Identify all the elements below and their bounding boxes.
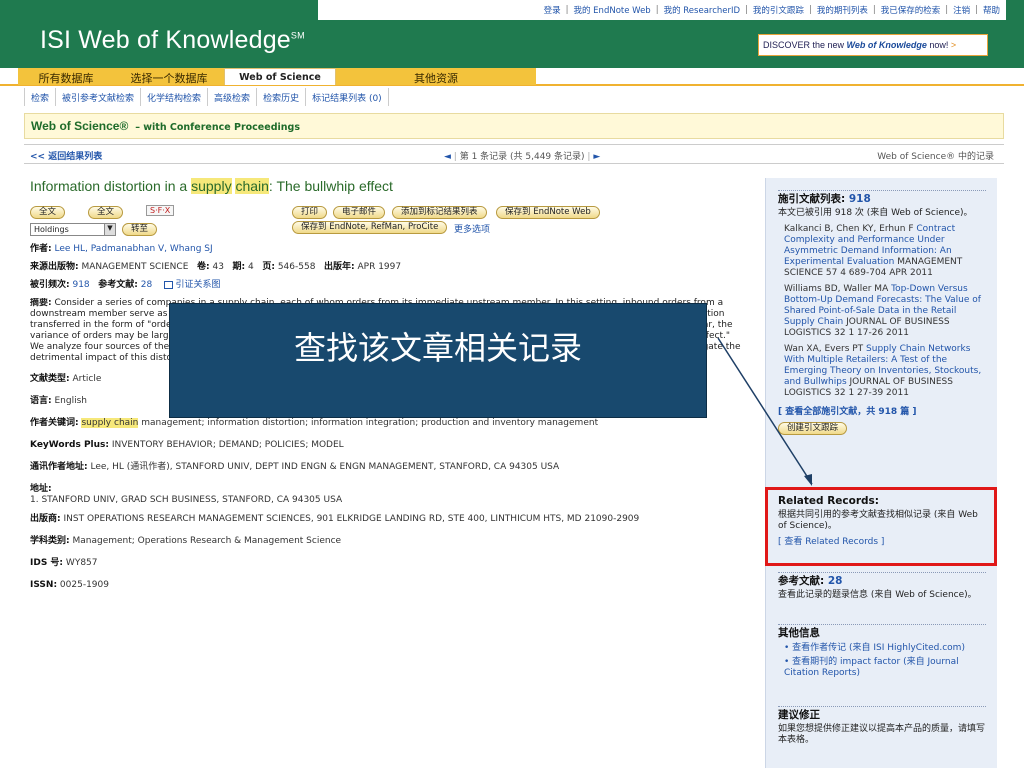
fulltext-button-1[interactable]: 全文 (30, 206, 66, 219)
tab-other-resources[interactable]: 其他资源 (336, 68, 536, 85)
citation-item: Wan XA, Evers PT Supply Chain Networks W… (784, 344, 982, 398)
isi-logo[interactable]: ISI Web of KnowledgeSM (40, 26, 305, 55)
keywords-plus-field: KeyWords Plus: INVENTORY BEHAVIOR; DEMAN… (30, 440, 344, 450)
endnote-link[interactable]: 我的 EndNote Web (573, 4, 650, 16)
subtab-search-history[interactable]: 检索历史 (257, 88, 307, 106)
search-subtabs: 检索 被引参考文献检索 化学结构检索 高级检索 检索历史 标记结果列表 (0) (24, 88, 389, 106)
create-citation-alert-button[interactable]: 创建引文跟踪 (778, 422, 848, 435)
ids-field: IDS 号: WY857 (30, 558, 98, 568)
subtab-structure-search[interactable]: 化学结构检索 (141, 88, 209, 106)
discover-banner[interactable]: DISCOVER the new Web of Knowledge now! > (758, 34, 988, 56)
suggest-correction-title: 建议修正 (778, 709, 820, 721)
subtab-marked-list[interactable]: 标记结果列表 (0) (306, 88, 389, 106)
other-info-section: 其他信息 • 查看作者传记 (来自 ISI HighlyCited.com) •… (778, 624, 986, 679)
reprint-address-field: 通讯作者地址: Lee, HL (通讯作者), STANFORD UNIV, D… (30, 462, 560, 472)
citing-count-link[interactable]: 918 (849, 193, 871, 205)
back-to-results-link[interactable]: << 返回结果列表 (30, 149, 102, 162)
add-marked-button[interactable]: 添加到标记结果列表 (392, 206, 487, 219)
goto-button[interactable]: 转至 (122, 223, 158, 236)
citing-articles-title: 施引文献列表: 918 (778, 193, 871, 205)
subtab-search[interactable]: 检索 (25, 88, 57, 106)
researcherid-link[interactable]: 我的 ResearcherID (664, 4, 740, 16)
related-records-highlight (765, 487, 997, 566)
citation-map-link[interactable]: 引证关系图 (176, 280, 221, 290)
action-row: 全文 全文 S·F·X Holdings ▼ 转至 打印 电子邮件 添加到标记结果… (30, 204, 755, 238)
references-section: 参考文献: 28 查看此记录的题录信息 (来自 Web of Science)。 (778, 572, 986, 601)
article-title: Information distortion in a supply chain… (30, 178, 393, 194)
citation-item: Williams BD, Waller MA Top-Down Versus B… (784, 284, 981, 338)
author-keywords-field: 作者关键词: supply chain management; informat… (30, 418, 599, 428)
save-endnote-web-button[interactable]: 保存到 EndNote Web (496, 206, 600, 219)
tab-all-databases[interactable]: 所有数据库 (18, 68, 114, 85)
logout-link[interactable]: 注销 (953, 4, 970, 16)
arrow-right-icon: > (950, 40, 957, 50)
holdings-select[interactable]: Holdings ▼ (30, 223, 116, 236)
other-info-title: 其他信息 (778, 627, 820, 639)
view-all-citing-link[interactable]: [ 查看全部施引文献，共 918 篇 ] (778, 407, 986, 418)
chevron-down-icon: ▼ (104, 224, 115, 235)
saved-searches-link[interactable]: 我已保存的检索 (881, 4, 941, 16)
tab-web-of-science[interactable]: Web of Science (224, 68, 336, 85)
more-options-link[interactable]: 更多选项 (454, 222, 490, 235)
authors-value[interactable]: Lee HL, Padmanabhan V, Whang SJ (54, 244, 212, 254)
sfx-button[interactable]: S·F·X (146, 205, 175, 216)
citation-item: Kalkanci B, Chen KY, Erhun F Contract Co… (784, 224, 963, 278)
login-link[interactable]: 登录 (544, 4, 561, 16)
journal-list-link[interactable]: 我的期刊列表 (817, 4, 868, 16)
wos-subtitle: – with Conference Proceedings (135, 122, 300, 133)
address-field: 地址: 1. STANFORD UNIV, GRAD SCH BUSINESS, … (30, 484, 343, 505)
citation-map-icon (163, 280, 173, 289)
authors-field: 作者: Lee HL, Padmanabhan V, Whang SJ (30, 244, 213, 254)
fulltext-button-2[interactable]: 全文 (88, 206, 124, 219)
record-source: Web of Science® 中的记录 (877, 152, 994, 162)
print-button[interactable]: 打印 (292, 206, 328, 219)
subtab-cited-ref-search[interactable]: 被引参考文献检索 (56, 88, 142, 106)
references-description: 查看此记录的题录信息 (来自 Web of Science)。 (778, 590, 977, 600)
record-position: 第 1 条记录 (共 5,449 条记录) (459, 152, 585, 162)
record-nav-bar: << 返回结果列表 ◄ | 第 1 条记录 (共 5,449 条记录) | ► … (24, 144, 1004, 164)
citing-description: 本文已被引用 918 次 (来自 Web of Science)。 (778, 208, 973, 218)
publisher-field: 出版商: INST OPERATIONS RESEARCH MANAGEMENT… (30, 514, 640, 524)
wos-title-bar: Web of Science® – with Conference Procee… (24, 113, 1004, 139)
record-sidebar: 施引文献列表: 918 本文已被引用 918 次 (来自 Web of Scie… (765, 178, 997, 768)
suggest-correction-text[interactable]: 如果您想提供修正建议以提高本产品的质量，请填写本表格。 (778, 724, 986, 746)
next-record-icon[interactable]: ► (593, 152, 600, 162)
email-button[interactable]: 电子邮件 (333, 206, 386, 219)
suggest-correction-section: 建议修正 如果您想提供修正建议以提高本产品的质量，请填写本表格。 (778, 706, 986, 746)
database-tabs: 所有数据库 选择一个数据库 Web of Science 其他资源 (0, 68, 1024, 86)
record-navigator: ◄ | 第 1 条记录 (共 5,449 条记录) | ► (444, 152, 601, 162)
citing-articles-section: 施引文献列表: 918 本文已被引用 918 次 (来自 Web of Scie… (778, 190, 986, 435)
help-link[interactable]: 帮助 (983, 4, 1000, 16)
callout-box: 查找该文章相关记录 (169, 303, 707, 418)
subject-category-field: 学科类别: Management; Operations Research & … (30, 536, 342, 546)
source-field: 来源出版物: MANAGEMENT SCIENCE 卷: 43 期: 4 页: … (30, 262, 402, 272)
tab-select-database[interactable]: 选择一个数据库 (114, 68, 224, 85)
references-link[interactable]: 28 (141, 280, 152, 290)
prev-record-icon[interactable]: ◄ (444, 152, 451, 162)
top-links: 登录 | 我的 EndNote Web | 我的 ResearcherID | 我的引… (318, 0, 1006, 20)
save-endnote-refman-button[interactable]: 保存到 EndNote, RefMan, ProCite (292, 221, 448, 234)
site-header: ISI Web of KnowledgeSM DISCOVER the new … (0, 20, 1024, 68)
issn-field: ISSN: 0025-1909 (30, 580, 109, 590)
citation-alerts-link[interactable]: 我的引文跟踪 (753, 4, 804, 16)
subtab-advanced-search[interactable]: 高级检索 (208, 88, 258, 106)
references-count-link[interactable]: 28 (828, 575, 843, 587)
wos-title: Web of Science® (31, 119, 129, 133)
impact-factor-link[interactable]: • 查看期刊的 impact factor (来自 Journal Citati… (784, 657, 986, 679)
times-cited-field: 被引频次: 918 参考文献: 28 引证关系图 (30, 280, 221, 290)
author-bio-link[interactable]: • 查看作者传记 (来自 ISI HighlyCited.com) (784, 643, 986, 654)
times-cited-link[interactable]: 918 (72, 280, 89, 290)
